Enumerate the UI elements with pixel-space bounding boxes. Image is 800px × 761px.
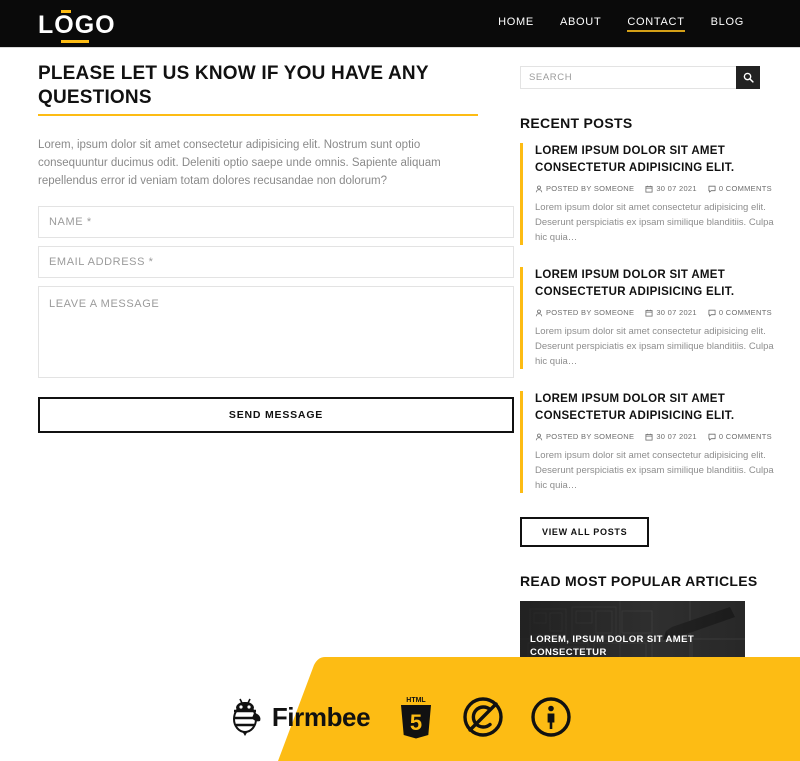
search-bar [520, 66, 760, 89]
post-comments-label: 0 COMMENTS [718, 308, 772, 317]
comment-icon [708, 309, 716, 316]
post-excerpt: Lorem ipsum dolor sit amet consectetur a… [535, 326, 774, 367]
calendar-icon [645, 185, 653, 192]
recent-post-item[interactable]: LOREM IPSUM DOLOR SIT AMET CONSECTETUR A… [520, 267, 780, 369]
html5-icon-wrap[interactable]: HTML 5 [396, 695, 436, 739]
send-message-button[interactable]: SEND MESSAGE [38, 397, 514, 433]
post-meta: POSTED BY SOMEONE 30 07 2021 0 COMMENTS [535, 432, 780, 441]
post-comments: 0 COMMENTS [708, 308, 772, 317]
recent-post-item[interactable]: LOREM IPSUM DOLOR SIT AMET CONSECTETUR A… [520, 143, 780, 245]
firmbee-brand-lockup[interactable]: Firmbee [228, 697, 371, 737]
sidebar: RECENT POSTS LOREM IPSUM DOLOR SIT AMET … [510, 48, 800, 676]
view-all-posts-button[interactable]: VIEW ALL POSTS [520, 517, 650, 547]
person-circle-icon [531, 697, 571, 737]
post-date-label: 30 07 2021 [656, 432, 697, 441]
post-author: POSTED BY SOMEONE [535, 184, 634, 193]
post-author: POSTED BY SOMEONE [535, 432, 634, 441]
post-excerpt: Lorem ipsum dolor sit amet consectetur a… [535, 450, 774, 491]
post-comments: 0 COMMENTS [708, 184, 772, 193]
recent-post-item[interactable]: LOREM IPSUM DOLOR SIT AMET CONSECTETUR A… [520, 391, 780, 493]
logo-text: LOGO [38, 10, 116, 39]
svg-text:5: 5 [410, 710, 422, 735]
logo-dash-bottom-decoration [61, 39, 89, 43]
comment-icon [708, 433, 716, 440]
post-date: 30 07 2021 [645, 184, 697, 193]
calendar-icon [645, 433, 653, 440]
search-icon [743, 72, 754, 83]
article-caption: LOREM, IPSUM DOLOR SIT AMET CONSECTETUR [530, 633, 715, 666]
copyright-crossed-icon [463, 697, 503, 737]
post-meta: POSTED BY SOMEONE 30 07 2021 0 COMMENTS [535, 308, 780, 317]
calendar-icon [645, 309, 653, 316]
person-icon [535, 433, 543, 440]
logo-dash-top-decoration [61, 9, 71, 13]
search-button[interactable] [736, 66, 760, 89]
contact-form: SEND MESSAGE [38, 206, 514, 433]
post-author-label: POSTED BY SOMEONE [546, 432, 635, 441]
post-title: LOREM IPSUM DOLOR SIT AMET CONSECTETUR A… [535, 145, 735, 174]
nav-item-blog[interactable]: BLOG [711, 16, 744, 32]
main-navigation: HOME ABOUT CONTACT BLOG [498, 16, 744, 32]
post-date-label: 30 07 2021 [656, 308, 697, 317]
site-logo[interactable]: LOGO [38, 9, 116, 43]
person-icon [535, 309, 543, 316]
name-input[interactable] [38, 206, 514, 238]
svg-text:HTML: HTML [406, 697, 426, 704]
post-date: 30 07 2021 [645, 308, 697, 317]
post-meta: POSTED BY SOMEONE 30 07 2021 0 COMMENTS [535, 184, 780, 193]
post-author-label: POSTED BY SOMEONE [546, 184, 635, 193]
nav-item-home[interactable]: HOME [498, 16, 534, 32]
firmbee-bee-icon [232, 698, 261, 736]
post-author: POSTED BY SOMEONE [535, 308, 634, 317]
nav-item-contact[interactable]: CONTACT [627, 16, 685, 32]
post-date: 30 07 2021 [645, 432, 697, 441]
post-comments-label: 0 COMMENTS [718, 432, 772, 441]
person-icon [535, 185, 543, 192]
post-author-label: POSTED BY SOMEONE [546, 308, 635, 317]
post-title: LOREM IPSUM DOLOR SIT AMET CONSECTETUR A… [535, 393, 735, 422]
search-input[interactable] [520, 66, 736, 89]
nav-item-about[interactable]: ABOUT [560, 16, 601, 32]
email-input[interactable] [38, 246, 514, 278]
post-comments-label: 0 COMMENTS [718, 184, 772, 193]
page-root: LOGO HOME ABOUT CONTACT BLOG PLEASE LET … [0, 0, 800, 761]
post-comments: 0 COMMENTS [708, 432, 772, 441]
page-content: PLEASE LET US KNOW IF YOU HAVE ANY QUEST… [0, 48, 800, 676]
page-title: PLEASE LET US KNOW IF YOU HAVE ANY QUEST… [38, 63, 429, 108]
article-underline-decoration [530, 664, 638, 666]
popular-articles-heading: READ MOST POPULAR ARTICLES [520, 573, 758, 589]
person-circle-icon-wrap[interactable] [530, 696, 572, 738]
intro-paragraph: Lorem, ipsum dolor sit amet consectetur … [38, 139, 441, 187]
site-header: LOGO HOME ABOUT CONTACT BLOG [0, 0, 800, 48]
post-date-label: 30 07 2021 [656, 184, 697, 193]
contact-main-column: PLEASE LET US KNOW IF YOU HAVE ANY QUEST… [0, 48, 514, 676]
post-title: LOREM IPSUM DOLOR SIT AMET CONSECTETUR A… [535, 269, 735, 298]
featured-article-title: LOREM, IPSUM DOLOR SIT AMET CONSECTETUR [530, 634, 695, 658]
post-excerpt: Lorem ipsum dolor sit amet consectetur a… [535, 202, 774, 243]
copyright-crossed-icon-wrap[interactable] [462, 696, 504, 738]
comment-icon [708, 185, 716, 192]
recent-posts-heading: RECENT POSTS [520, 115, 633, 131]
featured-article-card[interactable]: LOREM, IPSUM DOLOR SIT AMET CONSECTETUR [520, 601, 745, 676]
message-textarea[interactable] [38, 286, 514, 378]
footer-icon-row: Firmbee HTML 5 [0, 695, 800, 739]
firmbee-wordmark: Firmbee [271, 701, 371, 732]
html5-icon: HTML 5 [401, 697, 432, 739]
title-underline-decoration [38, 114, 478, 116]
